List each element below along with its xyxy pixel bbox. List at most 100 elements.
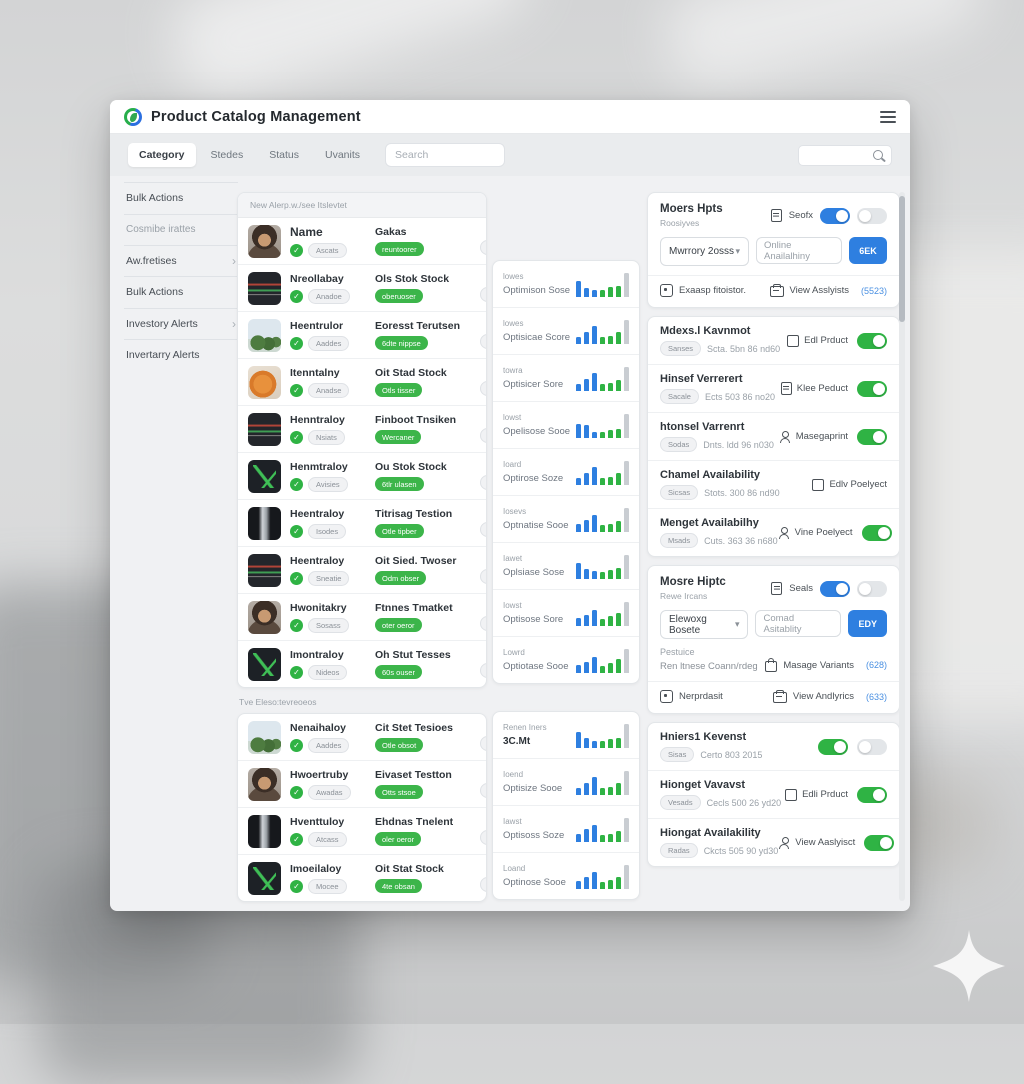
product-name: Nreollabay (290, 272, 344, 285)
export-action[interactable]: Exaasp fitoistor. (660, 284, 746, 297)
row-action[interactable]: Edli Prduct (785, 788, 848, 801)
variant-row[interactable]: htonsel Varrenrt Sodas Dnts. ldd 96 n030… (648, 412, 899, 460)
table-row[interactable]: Itenntalny ✓ Anadse Oit Stad Stock Otls … (238, 358, 486, 405)
table-row[interactable]: Henntraloy ✓ Nsiats Finboot Tnsiken Werc… (238, 405, 486, 452)
variant-row[interactable]: Mdexs.l Kavnmot Sanses Scta. 5bn 86 nd60… (648, 317, 899, 364)
row-toggle[interactable] (818, 738, 848, 755)
sidebar-item[interactable]: Cosmibe irattes › (124, 213, 238, 245)
table-row[interactable]: Heentraloy ✓ Isodes Titrisag Testion Otl… (238, 499, 486, 546)
card-subtitle: Rewe Ircans (660, 591, 708, 601)
variant-row[interactable]: Hionget Vavavst Vesads Cecls 500 26 yd20… (648, 770, 899, 818)
table-row[interactable]: Heentrulor ✓ Aaddes Eoresst Terutsen 6dt… (238, 311, 486, 358)
row-toggle[interactable] (864, 834, 895, 851)
product-tag: Sosass (308, 617, 349, 633)
row-toggle[interactable] (857, 332, 887, 349)
product-tag: Mocee (308, 878, 347, 894)
category-select[interactable]: Elewoxg Bosete ▾ (660, 610, 749, 639)
product-name: Henmtraloy (290, 460, 348, 473)
variant-meta: Stots. 300 86 nd90 (704, 487, 780, 498)
sidebar-item[interactable]: Bulk Actions › (124, 276, 238, 308)
variant-panel-2: Hniers1 Kevenst Sisas Certo 803 2015 Hio… (647, 722, 900, 867)
table-row[interactable]: Nenaihaloy ✓ Aaddes Cit Stet Tesioes Otl… (238, 714, 486, 760)
check-icon: ✓ (290, 879, 303, 893)
variant-row[interactable]: Hinsef Verrerert Sacale Ects 503 86 no20… (648, 364, 899, 412)
product-tag: Anadse (308, 382, 350, 398)
table-row[interactable]: Imontraloy ✓ Nideos Oh Stut Tesses 60s o… (238, 640, 486, 687)
variant-row[interactable]: Hniers1 Kevenst Sisas Certo 803 2015 (648, 723, 899, 770)
report-action[interactable]: Nerprdasit (660, 690, 723, 703)
edit-button[interactable]: EDY (848, 610, 887, 637)
hamburger-menu-icon[interactable] (880, 108, 896, 126)
check-icon: ✓ (290, 336, 303, 350)
filter-tab[interactable]: Uvanits (314, 143, 371, 167)
manage-variants-action[interactable]: Masage Variants (628) (765, 658, 887, 672)
search-input[interactable] (385, 143, 506, 167)
table-row[interactable]: Hwoertruby ✓ Awadas Eivaset Testton Otts… (238, 760, 486, 807)
product-tag: Isodes (308, 523, 347, 539)
page-title: Product Catalog Management (151, 108, 361, 125)
variant-meta: Certo 803 2015 (700, 749, 763, 760)
more-options-card: Moers Hpts Roosiyves Seofx Mwrrory 2osss… (647, 192, 900, 308)
count-link[interactable]: (628) (866, 660, 887, 670)
row-action[interactable]: Klee Peduct (780, 382, 848, 395)
secondary-toggle[interactable] (857, 580, 887, 597)
table-row[interactable]: Heentraloy ✓ Sneatie Oit Sied. Twoser Od… (238, 546, 486, 593)
row-action[interactable]: Vine Poelyect (778, 527, 853, 539)
status-badge: 6tlr ulasen (375, 477, 424, 491)
sidebar-item[interactable]: Invertarry Alerts › (124, 339, 238, 371)
stock-status-title: Oh Stut Tesses (375, 649, 451, 661)
row-action[interactable]: Edlv Poelyect (812, 478, 887, 491)
product-name: Heentraloy (290, 507, 345, 520)
table-row[interactable]: Hwonitakry ✓ Sosass Ftnnes Tmatket oter … (238, 593, 486, 640)
view-analytics-action[interactable]: View Andlyrics (633) (772, 690, 887, 703)
table-row[interactable]: Imoeilaloy ✓ Mocee Oit Stat Stock 4te ob… (238, 854, 486, 901)
secondary-toggle[interactable] (857, 207, 887, 224)
category-select[interactable]: Mwrrory 2osss ▾ (660, 237, 749, 266)
row-toggle-2[interactable] (857, 738, 887, 755)
product-thumbnail (248, 600, 281, 634)
table-row[interactable]: Hventtuloy ✓ Atcass Ehdnas Tnelent oler … (238, 807, 486, 854)
row-toggle[interactable] (861, 524, 892, 541)
scrollbar-thumb[interactable] (899, 196, 905, 322)
row-action[interactable]: Masegaprint (779, 431, 848, 443)
printer-icon (772, 690, 787, 703)
sidebar-item[interactable]: Investory Alerts › (124, 307, 238, 340)
primary-toggle[interactable] (820, 207, 850, 224)
variant-row[interactable]: Hiongat Availakility Radas Ckcts 505 90 … (648, 818, 899, 866)
score-label-2: 3C.Mt (503, 736, 531, 747)
row-toggle[interactable] (857, 786, 887, 803)
edit-button[interactable]: 6EK (849, 237, 887, 264)
availability-field[interactable]: Online Anailalhiny (756, 237, 842, 264)
product-tag: Awadas (308, 784, 351, 800)
view-analytics-action[interactable]: View Asslyists (5523) (769, 284, 887, 297)
check-icon: ✓ (290, 665, 303, 679)
filter-tab[interactable]: Stedes (200, 143, 255, 167)
sidebar-item[interactable]: Aw.fretises › (124, 244, 238, 277)
row-toggle[interactable] (857, 380, 887, 397)
count-link[interactable]: (633) (866, 692, 887, 702)
table-row[interactable]: Nreollabay ✓ Anadoe Ols Stok Stock oberu… (238, 264, 486, 311)
sidebar-item[interactable]: Bulk Actions › (124, 182, 238, 214)
score-label-2: Optisicae Score (503, 332, 571, 343)
app-window: Product Catalog Management Category Sted… (110, 100, 910, 911)
score-label-1: Iosevs (503, 507, 527, 516)
filter-tab[interactable]: Status (258, 143, 310, 167)
count-link[interactable]: (5523) (861, 286, 887, 296)
score-card: towra Optisicer Sore (493, 354, 639, 401)
stock-count-pill: Od tlase (480, 663, 486, 678)
primary-toggle[interactable] (820, 580, 850, 597)
availability-field[interactable]: Comad Asitablity (755, 610, 842, 637)
quick-search-box[interactable] (798, 144, 892, 166)
scrollbar-track[interactable] (899, 192, 905, 901)
variant-row[interactable]: Menget Availabilhy Msads Cuts. 363 36 n6… (648, 508, 899, 556)
row-toggle[interactable] (857, 428, 887, 445)
table-row[interactable]: Henmtraloy ✓ Avisies Ou Stok Stock 6tlr … (238, 452, 486, 499)
row-action[interactable]: View Aaslyisct (778, 837, 855, 849)
table-row[interactable]: Name ✓ Ascats Gakas reuntoorer (238, 218, 486, 264)
row-action[interactable]: Edl Prduct (787, 334, 848, 347)
score-label-1: Iawet (503, 554, 523, 563)
variant-row[interactable]: Chamel Availability Sicsas Stots. 300 86… (648, 460, 899, 508)
filter-tab[interactable]: Category (128, 143, 196, 167)
stock-count-pill: Gut Slose (480, 287, 486, 302)
status-badge: 6dte nippse (375, 336, 428, 350)
